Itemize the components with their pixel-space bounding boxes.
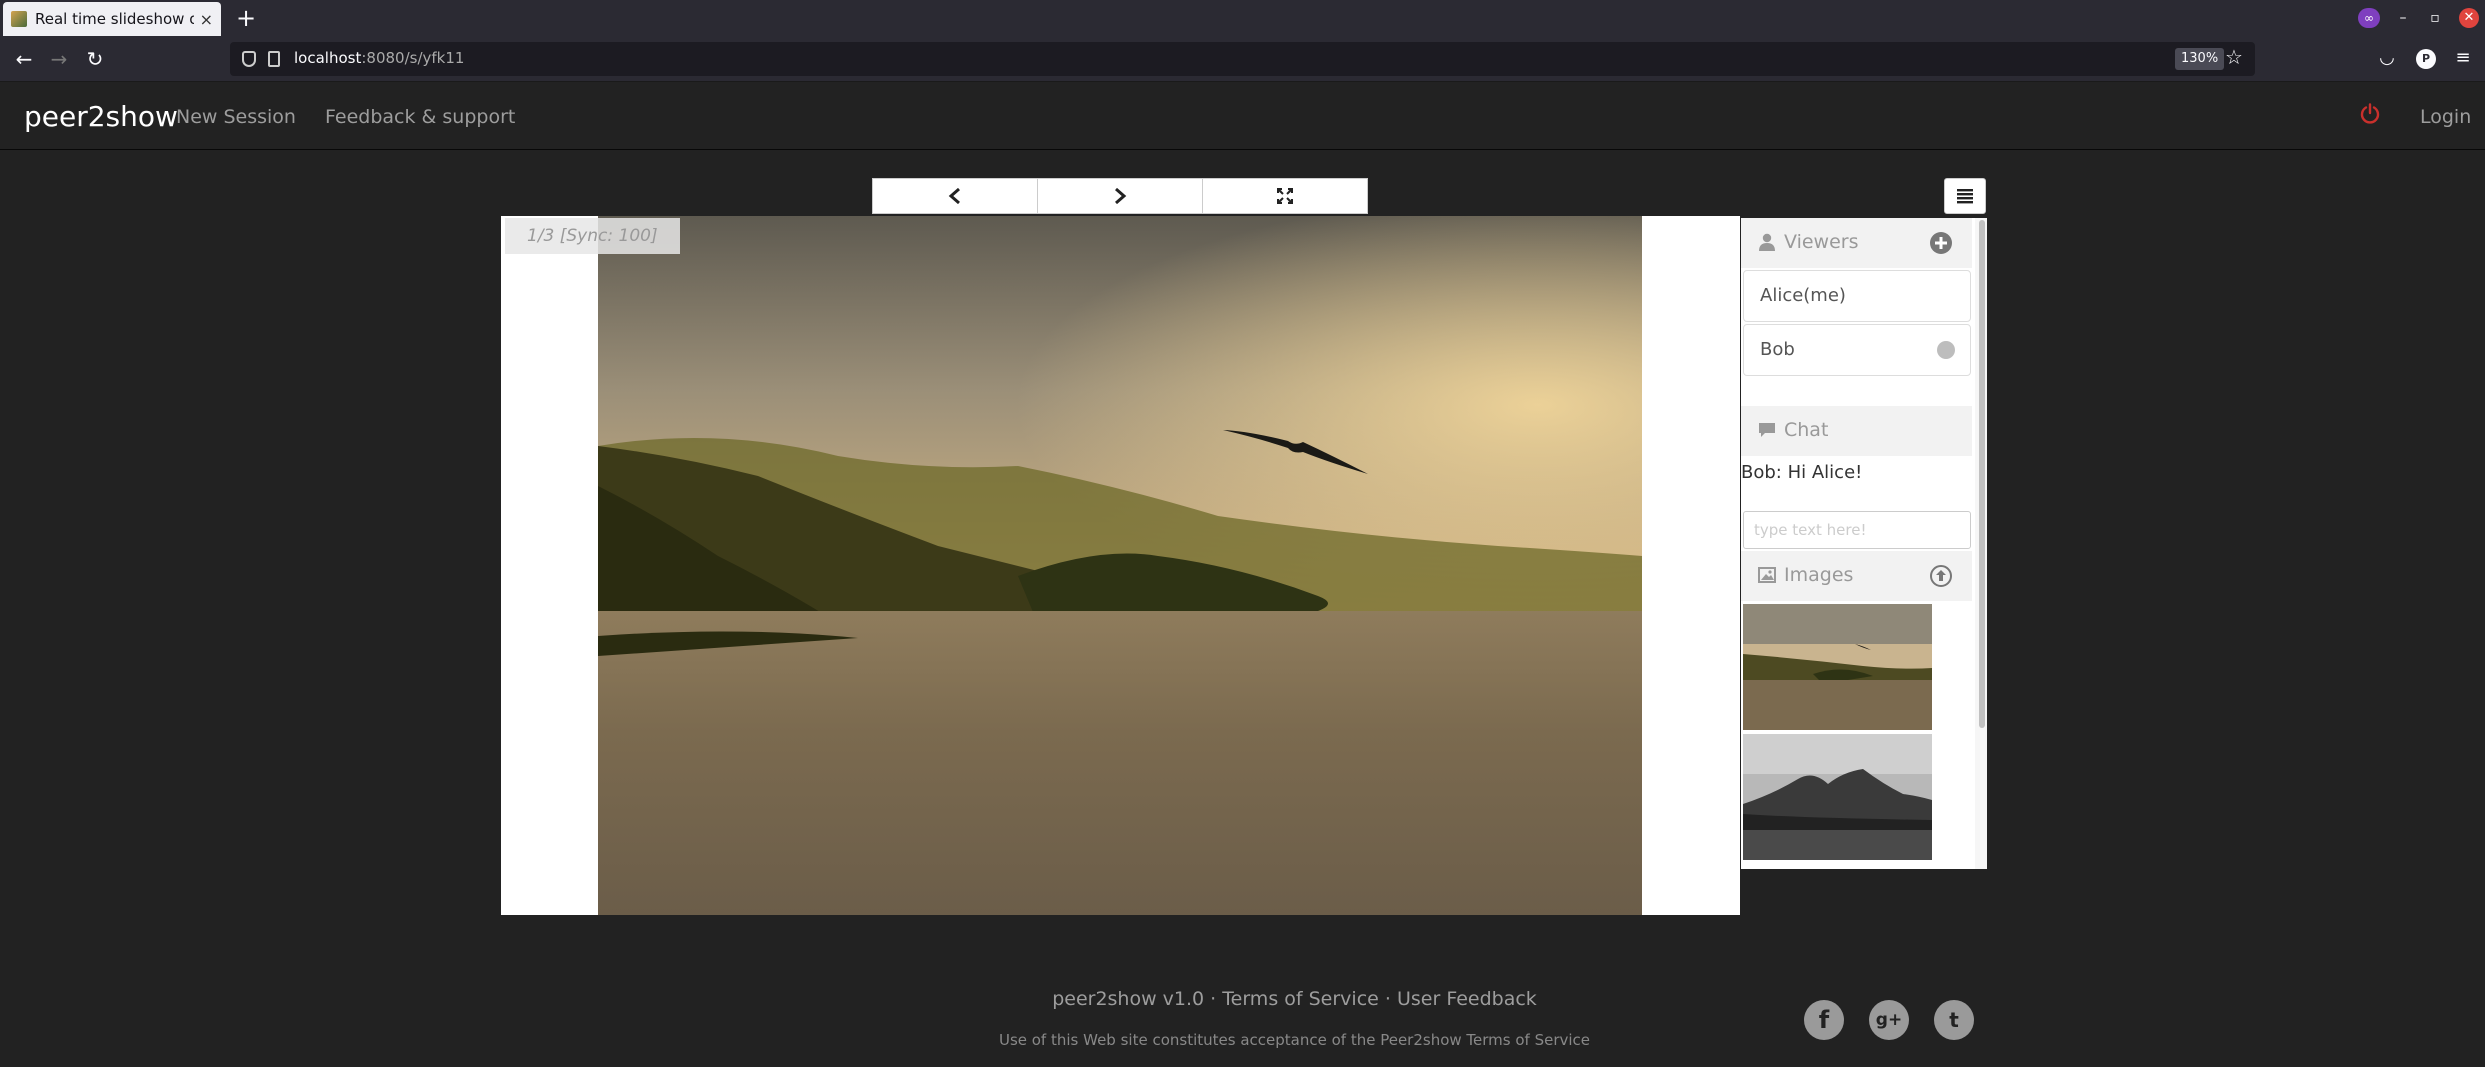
login-link[interactable]: Login bbox=[2420, 106, 2471, 128]
user-icon bbox=[1759, 233, 1775, 251]
viewer-name: Alice(me) bbox=[1760, 285, 1846, 306]
reload-button[interactable]: ↻ bbox=[81, 45, 109, 73]
sidebar-scrollbar-thumb[interactable] bbox=[1979, 220, 1985, 728]
footer-version: peer2show v1.0 bbox=[1052, 988, 1205, 1010]
window-close-button[interactable]: ✕ bbox=[2459, 8, 2479, 28]
chat-message: Bob: Hi Alice! bbox=[1741, 462, 1862, 483]
chevron-right-icon bbox=[1115, 188, 1127, 204]
expand-icon bbox=[1277, 188, 1293, 204]
chat-input[interactable] bbox=[1743, 511, 1971, 549]
list-icon bbox=[1957, 189, 1973, 204]
slide-image bbox=[598, 216, 1642, 915]
chat-heading-label: Chat bbox=[1784, 419, 1829, 441]
next-slide-button[interactable] bbox=[1038, 178, 1203, 214]
viewer-item-bob[interactable]: Bob bbox=[1743, 324, 1971, 376]
url-text[interactable]: localhost:8080/s/yfk11 bbox=[294, 49, 464, 67]
viewers-heading: Viewers bbox=[1741, 218, 1972, 268]
forward-button[interactable]: → bbox=[45, 45, 73, 73]
back-button[interactable]: ← bbox=[10, 45, 38, 73]
footer-separator: · bbox=[1378, 988, 1397, 1010]
browser-tab-bar: Real time slideshow onlin × + ∞ – ▫ ✕ bbox=[0, 0, 2485, 36]
footer-terms-link[interactable]: Terms of Service bbox=[1222, 988, 1379, 1010]
url-host: localhost bbox=[294, 49, 362, 67]
footer-links: peer2show v1.0 · Terms of Service · User… bbox=[0, 988, 2485, 1010]
images-heading-label: Images bbox=[1784, 564, 1854, 586]
window-minimize-button[interactable]: – bbox=[2390, 6, 2416, 30]
pocket-icon[interactable]: ◡ bbox=[2374, 45, 2400, 71]
private-mask-icon: ∞ bbox=[2358, 8, 2380, 28]
upload-circle-icon[interactable] bbox=[1929, 564, 1953, 588]
browser-toolbar: ← → ↻ localhost:8080/s/yfk11 130% ☆ ◡ P … bbox=[0, 36, 2485, 82]
footer-separator: · bbox=[1204, 988, 1223, 1010]
viewer-status-dot bbox=[1937, 341, 1955, 359]
images-heading: Images bbox=[1741, 551, 1972, 601]
twitter-icon[interactable]: t bbox=[1934, 1000, 1974, 1040]
chevron-left-icon bbox=[948, 188, 960, 204]
image-thumbnail[interactable] bbox=[1743, 734, 1932, 860]
sidebar-toggle-button[interactable] bbox=[1944, 178, 1986, 214]
page-info-icon[interactable] bbox=[268, 51, 280, 67]
sidebar-panel: Viewers Alice(me) Bob Chat Bob: Hi Alice… bbox=[1741, 218, 1987, 869]
brand-logo[interactable]: peer2show bbox=[24, 100, 178, 133]
chat-message-text: Hi Alice! bbox=[1787, 462, 1863, 483]
comment-icon bbox=[1759, 423, 1775, 437]
footer-feedback-link[interactable]: User Feedback bbox=[1397, 988, 1537, 1010]
url-bar[interactable]: localhost:8080/s/yfk11 130% ☆ bbox=[230, 42, 2255, 76]
app-navbar: peer2show New Session Feedback & support… bbox=[0, 82, 2485, 150]
tab-favicon-icon bbox=[11, 11, 27, 27]
nav-new-session[interactable]: New Session bbox=[176, 106, 296, 128]
browser-tab[interactable]: Real time slideshow onlin × bbox=[3, 2, 221, 36]
prev-slide-button[interactable] bbox=[872, 178, 1038, 214]
chat-heading: Chat bbox=[1741, 406, 1972, 456]
account-avatar-icon[interactable]: P bbox=[2416, 49, 2436, 69]
plus-circle-icon[interactable] bbox=[1929, 231, 1953, 255]
slide-controls bbox=[872, 178, 1368, 214]
nav-feedback-support[interactable]: Feedback & support bbox=[325, 106, 515, 128]
thumbnail-image bbox=[1743, 604, 1932, 730]
picture-icon bbox=[1758, 567, 1776, 583]
viewer-name: Bob bbox=[1760, 339, 1795, 360]
footer-note: Use of this Web site constitutes accepta… bbox=[998, 1031, 1591, 1049]
zoom-level-badge[interactable]: 130% bbox=[2175, 48, 2225, 70]
slide-viewport[interactable]: 1/3 [Sync: 100] bbox=[501, 216, 1740, 915]
window-maximize-button[interactable]: ▫ bbox=[2422, 6, 2448, 30]
bookmark-star-icon[interactable]: ☆ bbox=[2225, 45, 2243, 69]
facebook-icon[interactable]: f bbox=[1804, 1000, 1844, 1040]
chat-message-author: Bob: bbox=[1741, 462, 1782, 483]
viewer-item-alice[interactable]: Alice(me) bbox=[1743, 270, 1971, 322]
tab-close-icon[interactable]: × bbox=[200, 10, 213, 29]
new-tab-button[interactable]: + bbox=[233, 5, 259, 31]
image-thumbnail[interactable] bbox=[1743, 604, 1932, 730]
hamburger-menu-icon[interactable]: ≡ bbox=[2450, 45, 2476, 71]
slide-sync-indicator: 1/3 [Sync: 100] bbox=[505, 218, 680, 254]
fullscreen-button[interactable] bbox=[1203, 178, 1368, 214]
thumbnail-image bbox=[1743, 734, 1932, 860]
tab-title: Real time slideshow onlin bbox=[35, 10, 194, 28]
power-icon[interactable] bbox=[2359, 103, 2381, 125]
google-plus-icon[interactable]: g+ bbox=[1869, 1000, 1909, 1040]
tracking-shield-icon[interactable] bbox=[242, 51, 256, 67]
url-path: :8080/s/yfk11 bbox=[361, 49, 465, 67]
viewers-heading-label: Viewers bbox=[1784, 231, 1859, 253]
